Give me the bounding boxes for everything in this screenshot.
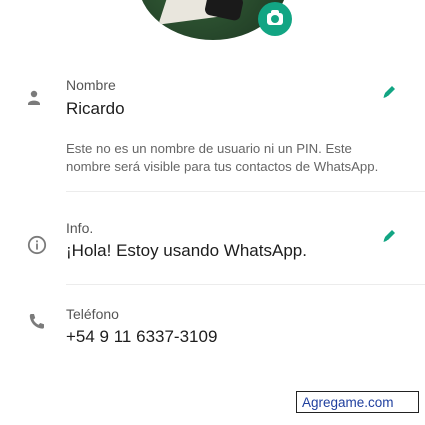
phone-label: Teléfono: [66, 306, 119, 322]
divider: [66, 284, 425, 285]
person-icon: [27, 89, 49, 116]
pencil-icon[interactable]: [380, 227, 398, 250]
camera-icon: [267, 10, 283, 25]
name-value: Ricardo: [66, 99, 125, 118]
watermark: Agregame.com: [296, 391, 419, 413]
pencil-icon[interactable]: [380, 83, 398, 106]
info-value: ¡Hola! Estoy usando WhatsApp.: [66, 241, 307, 260]
name-label: Nombre: [66, 77, 116, 93]
info-icon: [27, 235, 47, 260]
info-label: Info.: [66, 220, 94, 236]
name-description: Este no es un nombre de usuario ni un PI…: [66, 141, 379, 174]
phone-value: +54 9 11 6337-3109: [66, 327, 218, 346]
change-photo-button[interactable]: [258, 2, 292, 36]
photo-content-dark: [203, 0, 245, 22]
divider: [66, 191, 425, 192]
profile-photo-area: [138, 0, 296, 40]
phone-icon: [27, 312, 47, 337]
